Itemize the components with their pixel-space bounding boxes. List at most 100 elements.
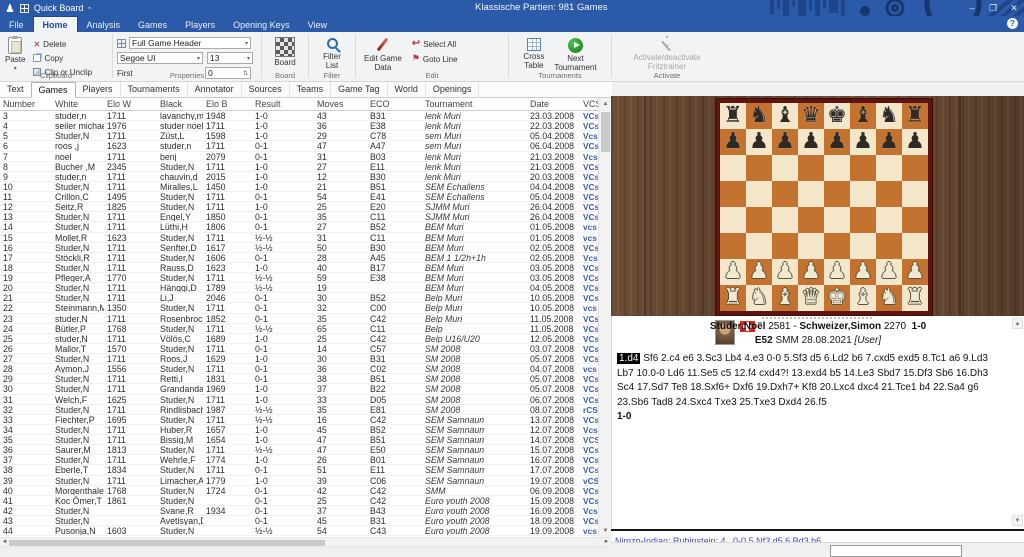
minimize-button[interactable]: – — [966, 3, 978, 13]
table-row[interactable]: 8 Bucher ,M 2345 Studer,N 1711 1-0 27 E11 lenk M… — [0, 162, 598, 172]
table-row[interactable]: 42 Studer,N Svane,R 1934 0-1 37 B43 Euro youth … — [0, 506, 598, 516]
list-tab-games[interactable]: Games — [30, 82, 76, 98]
table-row[interactable]: 44 Pusonja,N 1603 Studer,N ½-½ 54 C43 Euro yout… — [0, 526, 598, 537]
board-square[interactable] — [850, 181, 876, 207]
next-tournament-button[interactable]: Next Tournament — [554, 35, 597, 72]
table-row[interactable]: 11 Crillon,C 1495 Studer,N 1711 0-1 54 E41 SEM E… — [0, 192, 598, 203]
board-square[interactable] — [824, 181, 850, 207]
col-elo-w[interactable]: Elo W — [104, 98, 157, 110]
board-square[interactable] — [772, 181, 798, 207]
board-square[interactable]: ♟ — [876, 259, 902, 285]
board-square[interactable] — [876, 207, 902, 233]
table-row[interactable]: 14 Studer,N 1711 Lüthi,H 1806 0-1 27 B52 BEM Mur… — [0, 222, 598, 233]
board-square[interactable] — [824, 155, 850, 181]
board-square[interactable]: ♜ — [902, 285, 928, 311]
board-square[interactable]: ♝ — [850, 103, 876, 129]
board-square[interactable]: ♚ — [824, 285, 850, 311]
table-row[interactable]: 39 Studer,N 1711 Limacher,A 1779 1-0 39 C06 SEM … — [0, 476, 598, 486]
list-tab-world[interactable]: World — [388, 82, 426, 98]
board-square[interactable]: ♟ — [798, 259, 824, 285]
col-eco[interactable]: ECO — [367, 98, 422, 110]
table-row[interactable]: 7 noel 1711 benj 2079 0-1 31 B03 lenk Muri 21.03.… — [0, 152, 598, 162]
selected-move[interactable]: 1.d4 — [617, 353, 641, 364]
game-header-combobox[interactable]: Full Game Header ▾ — [129, 37, 251, 49]
list-tab-openings[interactable]: Openings — [426, 82, 480, 98]
close-button[interactable]: ✕ — [1008, 3, 1020, 14]
board-square[interactable] — [876, 155, 902, 181]
table-row[interactable]: 34 Studer,N 1711 Huber,R 1657 1-0 45 B52 SEM Sam… — [0, 425, 598, 435]
list-tab-text[interactable]: Text — [0, 82, 32, 98]
filter-list-button[interactable]: Filter List — [309, 35, 355, 70]
bottom-combobox[interactable] — [830, 545, 962, 557]
board-square[interactable]: ♝ — [772, 285, 798, 311]
board-square[interactable]: ♛ — [798, 285, 824, 311]
list-tab-game-tag[interactable]: Game Tag — [331, 82, 388, 98]
help-icon[interactable]: ? — [1007, 18, 1018, 29]
board-square[interactable]: ♟ — [850, 259, 876, 285]
board-square[interactable] — [850, 207, 876, 233]
board-square[interactable]: ♜ — [720, 103, 746, 129]
board-square[interactable]: ♛ — [798, 103, 824, 129]
board-square[interactable]: ♟ — [772, 259, 798, 285]
board-square[interactable]: ♟ — [720, 129, 746, 155]
board-square[interactable]: ♞ — [746, 285, 772, 311]
horizontal-scroll-thumb[interactable] — [9, 539, 325, 546]
table-row[interactable]: 38 Eberle,T 1834 Studer,N 1711 0-1 51 E11 SEM Sa… — [0, 465, 598, 476]
board-square[interactable]: ♟ — [746, 259, 772, 285]
board-square[interactable] — [798, 207, 824, 233]
board-square[interactable] — [902, 207, 928, 233]
board-square[interactable] — [824, 207, 850, 233]
table-row[interactable]: 27 Studer,N 1711 Roos,J 1629 1-0 30 B31 SM 2008 0… — [0, 354, 598, 365]
board-square[interactable] — [902, 181, 928, 207]
table-row[interactable]: 3 studer,n 1711 lavanchy,m 1948 1-0 43 B31 lenk … — [0, 111, 598, 122]
restore-button[interactable]: ❐ — [987, 3, 999, 14]
col-number[interactable]: Number — [0, 98, 52, 110]
tab-games[interactable]: Games — [129, 16, 176, 32]
table-row[interactable]: 16 Studer,N 1711 Senfter,D 1617 ½-½ 50 B30 BEM M… — [0, 243, 598, 253]
tab-file[interactable]: File — [0, 16, 33, 32]
tab-opening-keys[interactable]: Opening Keys — [224, 16, 299, 32]
table-row[interactable]: 40 Morgenthaler,S1768 Studer,N 1724 0-1 42 C42… — [0, 486, 598, 496]
table-row[interactable]: 9 studer,n 1711 chauvin,d 2015 1-0 12 B30 lenk M… — [0, 172, 598, 182]
table-row[interactable]: 35 Studer,N 1711 Bissig,M 1654 1-0 47 B51 SEM Sa… — [0, 435, 598, 446]
board-square[interactable]: ♟ — [824, 259, 850, 285]
board-square[interactable] — [746, 181, 772, 207]
table-row[interactable]: 32 Studer,N 1711 Rindlisbacher,L1987 ½-½ 35 E8… — [0, 405, 598, 415]
board-square[interactable] — [876, 233, 902, 259]
list-tab-annotator[interactable]: Annotator — [188, 82, 242, 98]
board-square[interactable] — [902, 155, 928, 181]
board-square[interactable]: ♞ — [876, 103, 902, 129]
table-row[interactable]: 37 Studer,N 1711 Wehrle,F 1774 1-0 26 B01 SEM Sa… — [0, 455, 598, 466]
quick-board-label[interactable]: Quick Board — [34, 3, 84, 13]
table-row[interactable]: 17 Stöckli,R 1711 Studer,N 1606 0-1 28 A45 BEM 1… — [0, 253, 598, 263]
table-row[interactable]: 6 roos ,j 1623 studer,n 1711 0-1 47 A47 sem Muri… — [0, 141, 598, 152]
board-square[interactable]: ♜ — [902, 103, 928, 129]
col-vcs[interactable]: VCS — [580, 98, 598, 110]
list-tab-tournaments[interactable]: Tournaments — [121, 82, 188, 98]
col-moves[interactable]: Moves — [314, 98, 367, 110]
board-square[interactable]: ♟ — [850, 129, 876, 155]
board-square[interactable] — [772, 155, 798, 181]
table-row[interactable]: 30 Studer,N 1711 Grandandam,P1969 1-0 37 B22 SM… — [0, 384, 598, 395]
vertical-scroll-thumb[interactable] — [601, 112, 610, 152]
col-result[interactable]: Result — [252, 98, 314, 110]
tab-view[interactable]: View — [299, 16, 336, 32]
fritztrainer-button[interactable]: Activate/deactivateFritztrainer — [612, 34, 722, 71]
table-row[interactable]: 12 Seitz,R 1825 Studer,N 1711 1-0 25 E20 SJMM Mu… — [0, 202, 598, 213]
moves-text[interactable]: Sf6 2.c4 e6 3.Sc3 Lb4 4.e3 0-0 5.Sf3 d5 … — [617, 353, 988, 408]
board-square[interactable] — [720, 181, 746, 207]
board-square[interactable]: ♜ — [720, 285, 746, 311]
table-row[interactable]: 29 Studer,N 1711 Retti,I 1831 0-1 38 B51 SM 2008… — [0, 374, 598, 385]
board-square[interactable]: ♟ — [720, 259, 746, 285]
edit-game-data-button[interactable]: Edit Game Data — [364, 35, 402, 72]
table-vertical-scrollbar[interactable]: ▲ ▼ — [598, 98, 611, 537]
board-square[interactable] — [850, 233, 876, 259]
tab-home[interactable]: Home — [32, 16, 78, 32]
board-square[interactable]: ♟ — [746, 129, 772, 155]
board-square[interactable] — [746, 207, 772, 233]
table-row[interactable]: 24 Bütler,P 1768 Studer,N 1711 ½-½ 65 C11 Belp 11… — [0, 324, 598, 334]
font-size-combobox[interactable]: 13 ▾ — [207, 52, 253, 64]
col-date[interactable]: Date — [527, 98, 580, 110]
board-button[interactable]: Board — [262, 35, 308, 68]
board-square[interactable] — [772, 207, 798, 233]
